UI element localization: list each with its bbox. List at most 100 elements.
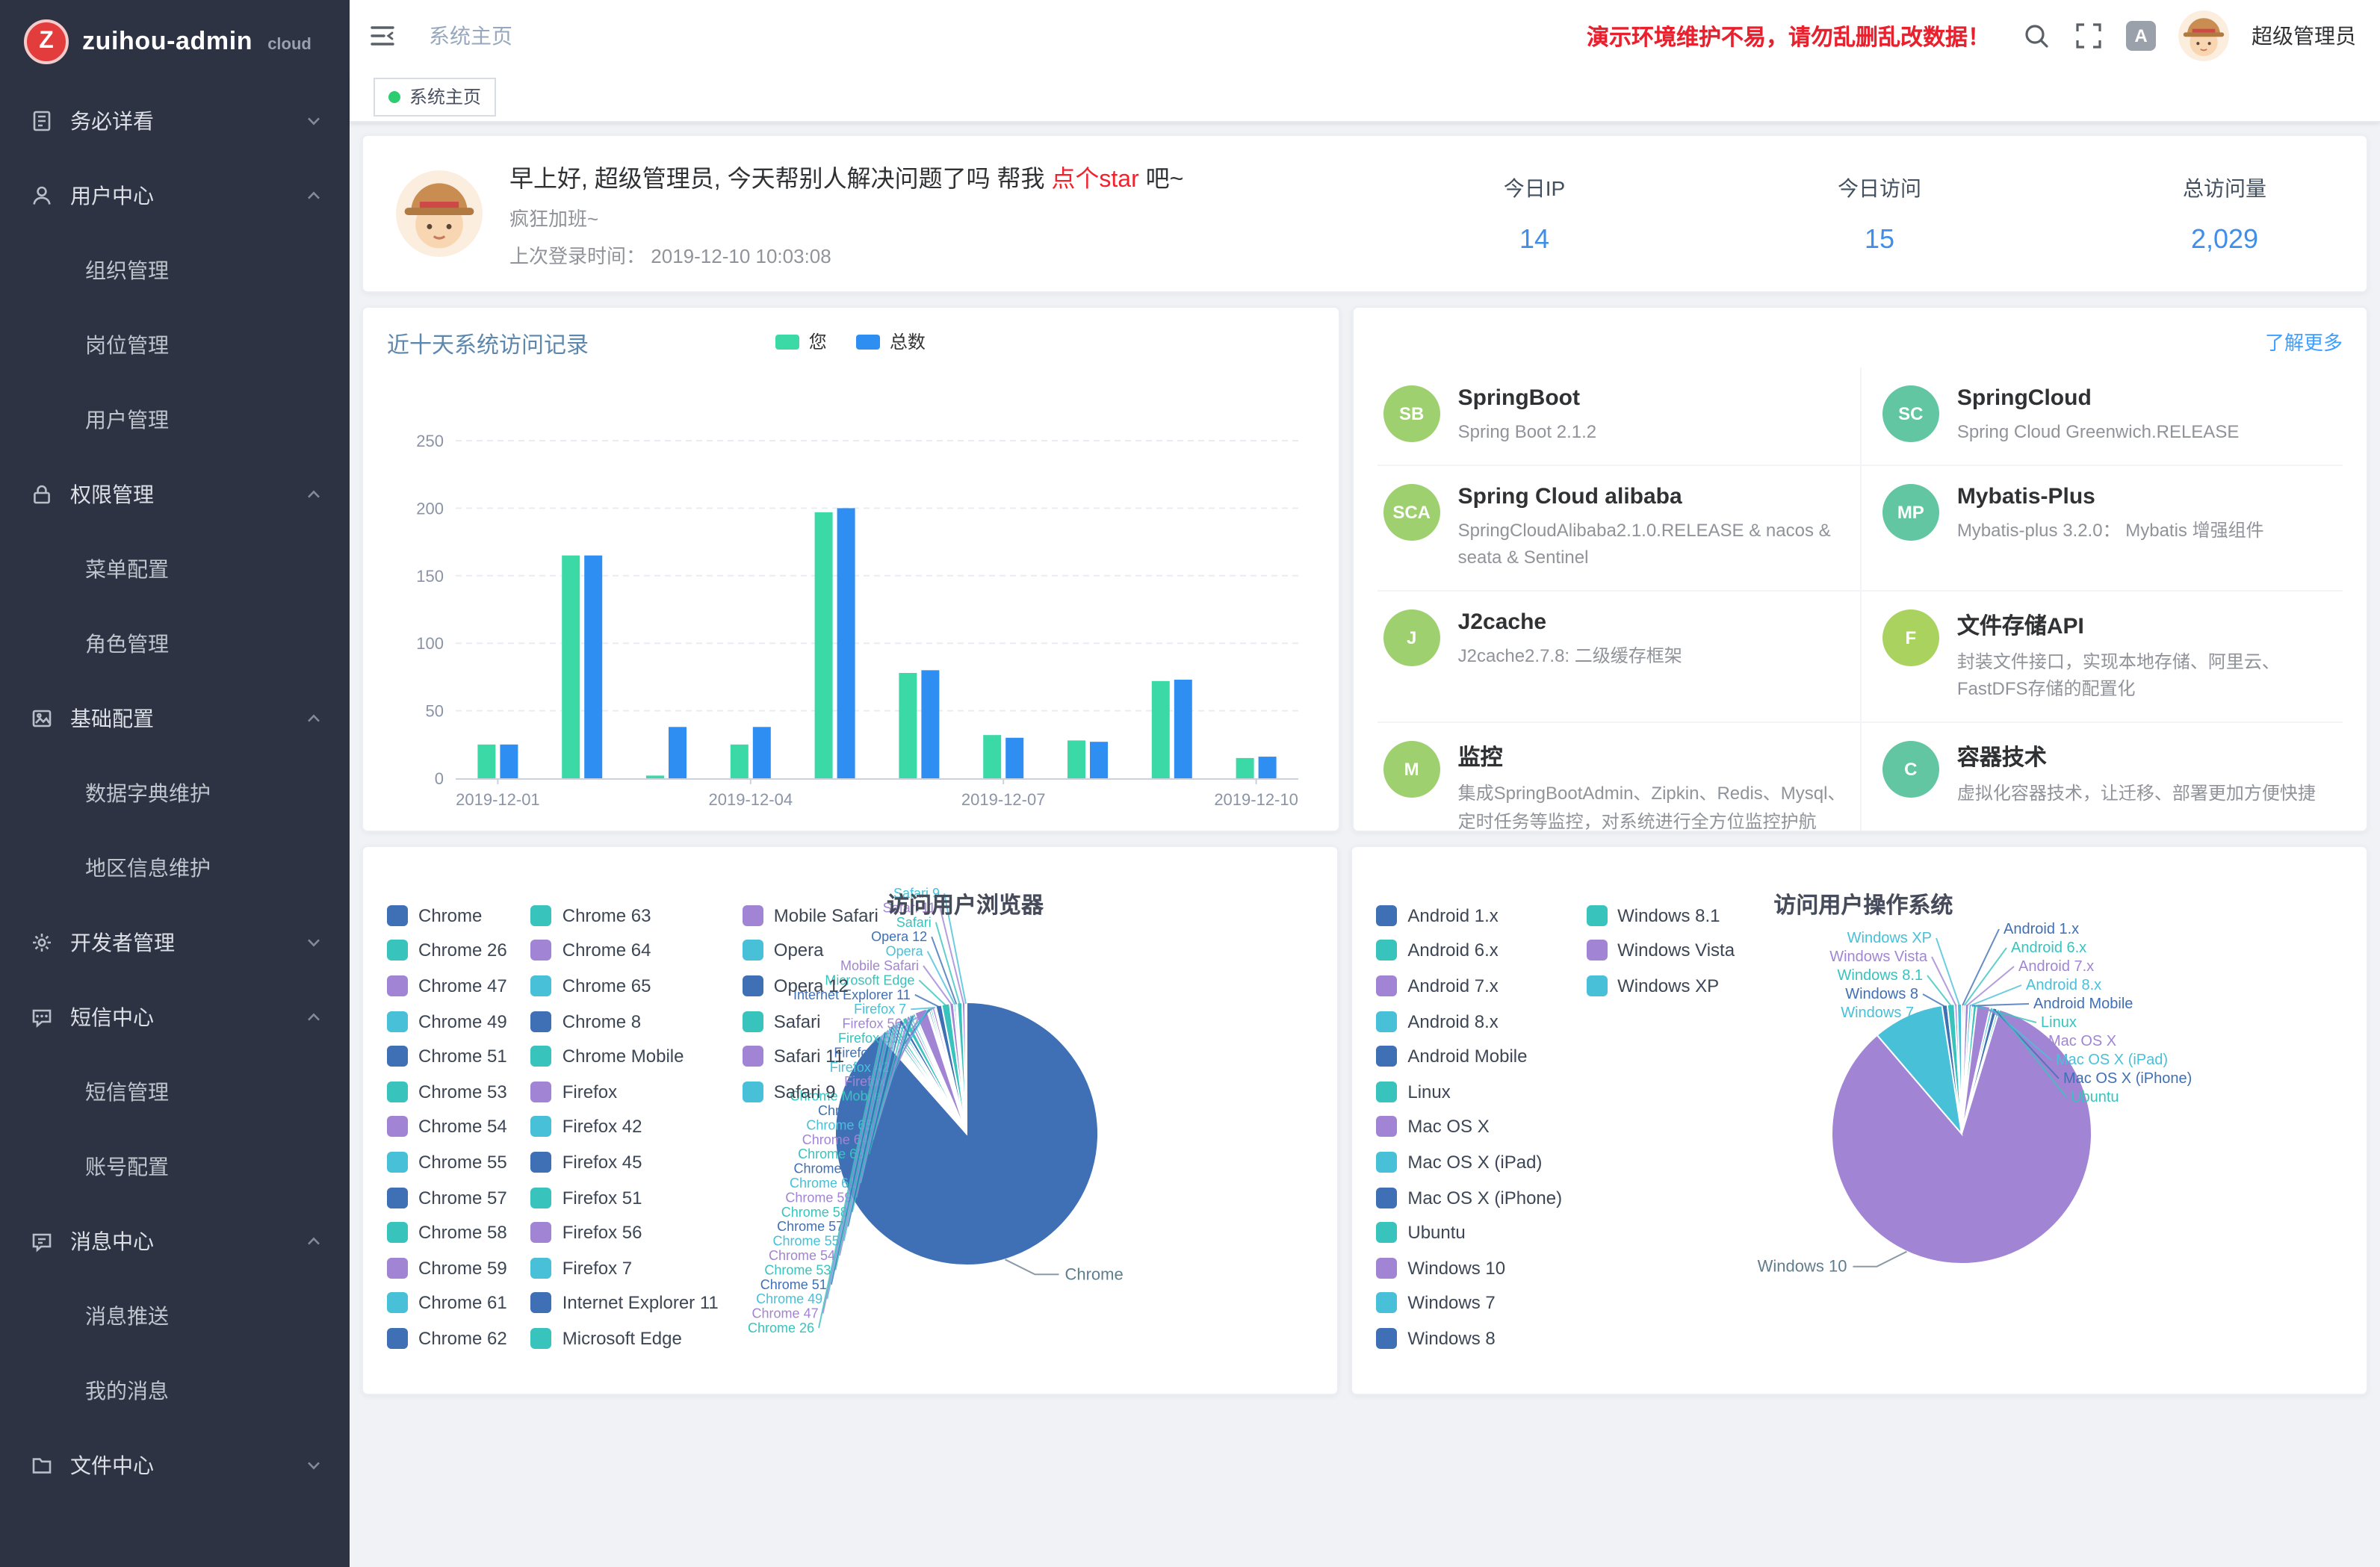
legend-item[interactable]: Linux [1376, 1074, 1562, 1109]
visits-chart-title: 近十天系统访问记录 [387, 329, 1315, 360]
breadcrumb[interactable]: 系统主页 [429, 21, 512, 51]
legend-item[interactable]: Opera 12 [743, 968, 878, 1003]
legend-item[interactable]: Chrome 61 [387, 1285, 507, 1321]
legend-item[interactable]: Chrome 65 [531, 968, 719, 1003]
legend-item[interactable]: Chrome 54 [387, 1109, 507, 1144]
fullscreen-icon[interactable] [2074, 21, 2104, 51]
sidebar: Z zuihou-admin cloud 务必详看用户中心组织管理岗位管理用户管… [0, 0, 350, 1567]
font-size-icon[interactable]: A [2126, 21, 2156, 51]
sidebar-sub-item[interactable]: 组织管理 [0, 233, 350, 308]
browser-pie-title: 访问用户浏览器 [887, 889, 1044, 920]
legend-item[interactable]: Firefox 56 [531, 1215, 719, 1250]
legend-item[interactable]: Android 7.x [1376, 968, 1562, 1003]
legend-item[interactable]: Firefox [531, 1074, 719, 1109]
legend-item[interactable]: Chrome 26 [387, 933, 507, 968]
tech-title: Mybatis-Plus [1957, 483, 2264, 509]
legend-item[interactable]: Firefox 7 [531, 1250, 719, 1285]
svg-text:Opera 12: Opera 12 [871, 929, 927, 944]
legend-item[interactable]: Chrome 55 [387, 1144, 507, 1179]
sidebar-item[interactable]: 短信中心 [0, 980, 350, 1055]
legend-item[interactable]: Chrome 64 [531, 933, 719, 968]
sidebar-sub-item[interactable]: 用户管理 [0, 382, 350, 457]
legend-item[interactable]: Firefox 45 [531, 1144, 719, 1179]
stat-label: 今日访问 [1812, 173, 1947, 202]
legend-item[interactable]: Chrome 49 [387, 1004, 507, 1039]
chevron-down-icon [305, 485, 323, 503]
legend-item[interactable]: Firefox 42 [531, 1109, 719, 1144]
tech-desc: 封装文件接口，实现本地存储、阿里云、FastDFS存储的配置化 [1957, 648, 2331, 704]
learn-more-link[interactable]: 了解更多 [2265, 327, 2343, 356]
legend-item[interactable]: Chrome 62 [387, 1321, 507, 1356]
legend-item[interactable]: Safari 9 [743, 1074, 878, 1109]
legend-item[interactable]: Android 6.x [1376, 933, 1562, 968]
legend-item[interactable]: Safari [743, 1004, 878, 1039]
legend-item[interactable]: Internet Explorer 11 [531, 1285, 719, 1321]
legend-item[interactable]: Mac OS X (iPad) [1376, 1144, 1562, 1179]
legend-item[interactable]: Chrome [387, 898, 507, 933]
sidebar-sub-item[interactable]: 短信管理 [0, 1055, 350, 1129]
sidebar-item[interactable]: 开发者管理 [0, 905, 350, 980]
chevron-down-icon [305, 1008, 323, 1026]
legend-item[interactable]: Chrome 47 [387, 968, 507, 1003]
legend-item[interactable]: Windows 8.1 [1586, 898, 1735, 933]
folder-icon [30, 1453, 54, 1477]
tech-desc: 集成SpringBootAdmin、Zipkin、Redis、Mysql、定时任… [1458, 780, 1848, 832]
tab-home[interactable]: 系统主页 [374, 77, 496, 116]
sidebar-sub-item[interactable]: 菜单配置 [0, 532, 350, 606]
user-avatar[interactable] [2178, 10, 2229, 61]
stat-block: 今日IP14 [1467, 173, 1602, 255]
legend-item[interactable]: Chrome Mobile [531, 1039, 719, 1074]
legend-item[interactable]: Chrome 58 [387, 1215, 507, 1250]
star-link[interactable]: 点个star [1051, 167, 1138, 193]
legend-item[interactable]: Windows 7 [1376, 1285, 1562, 1321]
legend-item[interactable]: Android 8.x [1376, 1004, 1562, 1039]
tech-desc: Mybatis-plus 3.2.0： Mybatis 增强组件 [1957, 516, 2264, 544]
sidebar-sub-item[interactable]: 数据字典维护 [0, 756, 350, 831]
username[interactable]: 超级管理员 [2252, 21, 2356, 51]
legend-item[interactable]: Mac OS X [1376, 1109, 1562, 1144]
sidebar-sub-item[interactable]: 地区信息维护 [0, 831, 350, 905]
tech-badge: J [1383, 609, 1440, 666]
sidebar-item[interactable]: 用户中心 [0, 158, 350, 233]
tech-title: 监控 [1458, 741, 1848, 772]
search-icon[interactable] [2021, 21, 2051, 51]
legend-item[interactable]: Chrome 8 [531, 1004, 719, 1039]
legend-item[interactable]: Windows XP [1586, 968, 1735, 1003]
legend-item[interactable]: Chrome 51 [387, 1039, 507, 1074]
legend-item[interactable]: Chrome 63 [531, 898, 719, 933]
legend-item[interactable]: Safari 11 [743, 1039, 878, 1074]
legend-item[interactable]: Firefox 51 [531, 1180, 719, 1215]
legend-item[interactable]: Chrome 59 [387, 1250, 507, 1285]
legend-item[interactable]: Mac OS X (iPhone) [1376, 1180, 1562, 1215]
menu-fold-icon[interactable] [368, 21, 397, 51]
sidebar-item[interactable]: 务必详看 [0, 84, 350, 158]
app-logo[interactable]: Z zuihou-admin cloud [0, 0, 350, 84]
tech-badge: SC [1882, 385, 1939, 442]
sidebar-item[interactable]: 基础配置 [0, 681, 350, 756]
legend-item[interactable]: Windows Vista [1586, 933, 1735, 968]
legend-item[interactable]: Opera [743, 933, 878, 968]
sidebar-item[interactable]: 文件中心 [0, 1428, 350, 1503]
legend-item[interactable]: Android 1.x [1376, 898, 1562, 933]
bar-chart[interactable]: 0501001502002502019-12-012019-12-042019-… [387, 423, 1313, 820]
demo-warning-text: 演示环境维护不易，请勿乱删乱改数据！ [1587, 20, 1990, 52]
legend-item[interactable]: Ubuntu [1376, 1215, 1562, 1250]
legend-item[interactable]: Android Mobile [1376, 1039, 1562, 1074]
legend-item[interactable]: Mobile Safari [743, 898, 878, 933]
svg-text:50: 50 [426, 702, 444, 721]
legend-item[interactable]: Windows 8 [1376, 1321, 1562, 1356]
sidebar-sub-item[interactable]: 岗位管理 [0, 308, 350, 382]
sidebar-item[interactable]: 权限管理 [0, 457, 350, 532]
sidebar-sub-item[interactable]: 我的消息 [0, 1353, 350, 1428]
sidebar-item-label: 消息中心 [70, 1226, 154, 1256]
sidebar-sub-item[interactable]: 角色管理 [0, 606, 350, 681]
sidebar-sub-item[interactable]: 消息推送 [0, 1279, 350, 1353]
sidebar-sub-item[interactable]: 账号配置 [0, 1129, 350, 1204]
legend-item[interactable]: Chrome 53 [387, 1074, 507, 1109]
sidebar-item[interactable]: 消息中心 [0, 1204, 350, 1279]
legend-item[interactable]: Chrome 57 [387, 1180, 507, 1215]
legend-item[interactable]: Microsoft Edge [531, 1321, 719, 1356]
row-bottom: ChromeSafari 9Safari 11SafariOpera 12Ope… [362, 845, 2368, 1395]
svg-text:Windows XP: Windows XP [1847, 930, 1932, 946]
legend-item[interactable]: Windows 10 [1376, 1250, 1562, 1285]
